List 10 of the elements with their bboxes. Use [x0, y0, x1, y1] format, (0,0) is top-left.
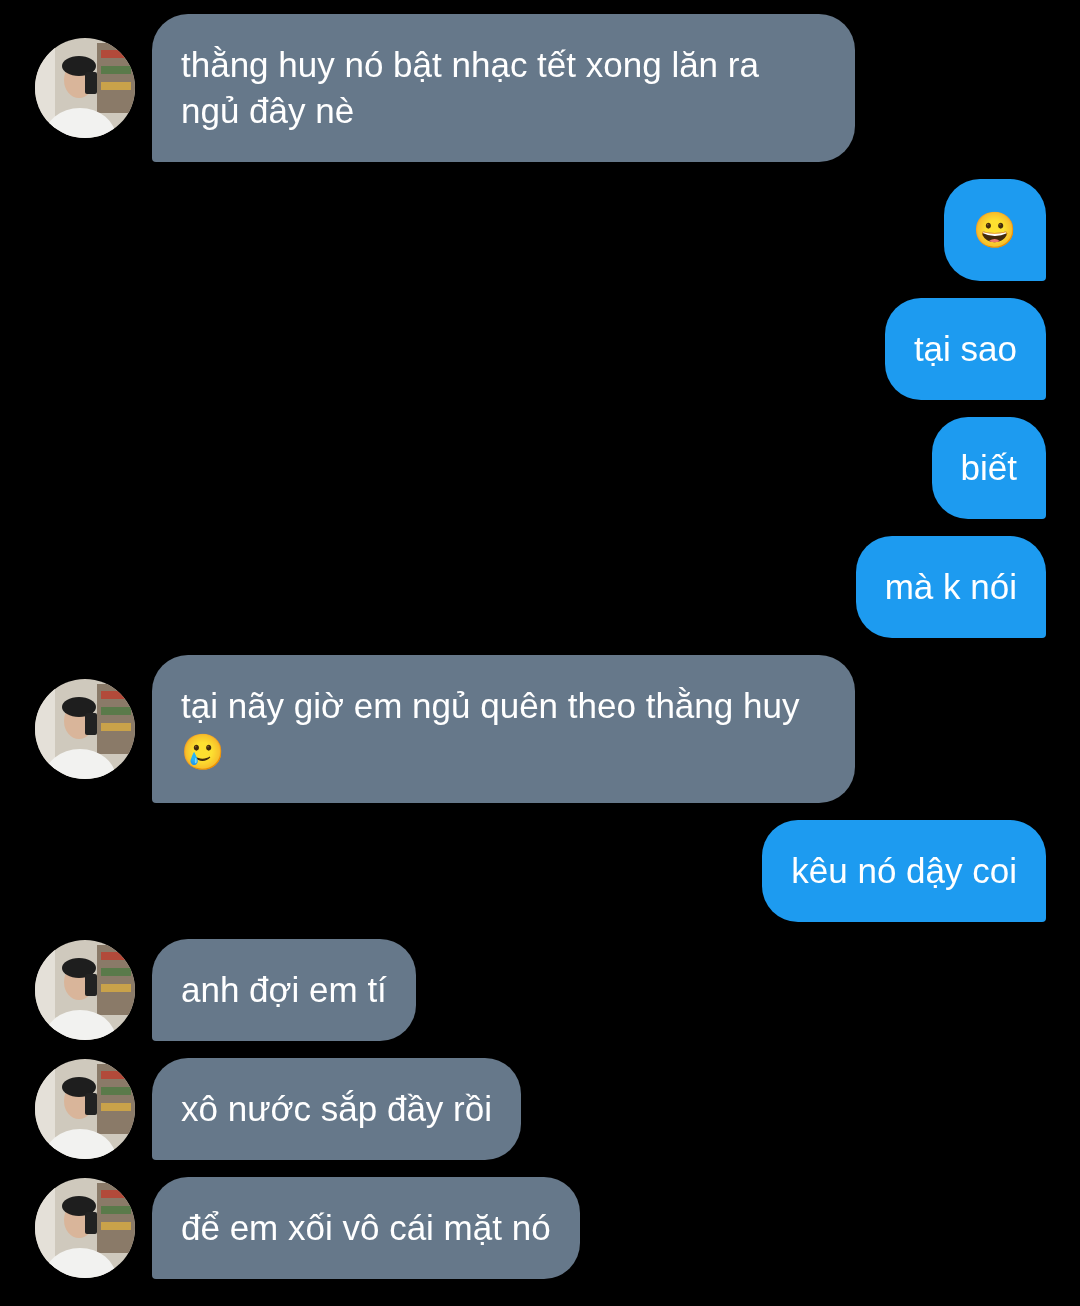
message-bubble: kêu nó dậy coi [762, 820, 1046, 922]
message-bubble: anh đợi em tí [152, 939, 416, 1041]
message-bubble: để em xối vô cái mặt nó [152, 1177, 580, 1279]
message-bubble: xô nước sắp đầy rồi [152, 1058, 521, 1160]
message-bubble: mà k nói [855, 536, 1046, 638]
message-bubble: thằng huy nó bật nhạc tết xong lăn ra ngủ đây nè [152, 14, 855, 162]
message-bubble: 😀 [944, 179, 1046, 281]
message-bubble: biết [931, 417, 1046, 519]
message-bubble: tại nãy giờ em ngủ quên theo thằng huy 🥲 [152, 655, 855, 803]
message-bubble: tại sao [884, 298, 1046, 400]
